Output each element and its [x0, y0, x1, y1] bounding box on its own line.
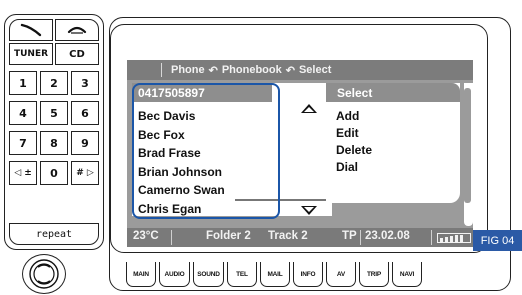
rotary-knob[interactable]: [22, 254, 66, 294]
key-4[interactable]: 4: [9, 101, 37, 125]
scrollbar-thumb[interactable]: [464, 88, 471, 203]
audio-button[interactable]: AUDIO: [159, 262, 190, 287]
key-9[interactable]: 9: [71, 131, 99, 155]
figure-label: FIG 04: [473, 230, 522, 251]
sound-button[interactable]: SOUND: [193, 262, 224, 287]
scroll-up-icon[interactable]: [301, 104, 317, 113]
prev-key[interactable]: ◁ ±: [9, 161, 37, 185]
phone-pickup-icon: [20, 23, 42, 37]
key-3[interactable]: 3: [71, 71, 99, 95]
tuner-button[interactable]: TUNER: [9, 43, 53, 65]
call-button[interactable]: [9, 19, 53, 41]
menu-item-dial[interactable]: Dial: [336, 159, 372, 176]
breadcrumb: Phone ↶ Phonebook ↶ Select: [127, 60, 473, 80]
key-7[interactable]: 7: [9, 131, 37, 155]
status-bar: 23°C Folder 2 Track 2 TP 23.02.08: [127, 228, 473, 247]
status-divider: [431, 230, 432, 245]
hangup-button[interactable]: [55, 19, 99, 41]
hardware-button-bar: MAIN AUDIO SOUND TEL MAIL INFO AV TRIP N…: [126, 262, 422, 287]
key-1[interactable]: 1: [9, 71, 37, 95]
breadcrumb-phonebook[interactable]: Phonebook: [222, 64, 282, 76]
knob-icon: [29, 259, 59, 289]
mail-button[interactable]: MAIL: [260, 262, 290, 287]
key-8[interactable]: 8: [40, 131, 68, 155]
back-arrow-icon: ↶: [285, 64, 295, 77]
phone-hangup-icon: [67, 26, 87, 34]
key-2[interactable]: 2: [40, 71, 68, 95]
traffic-program: TP: [342, 230, 357, 242]
status-divider: [171, 230, 172, 245]
audio-source: Folder 2: [206, 230, 251, 242]
trip-button[interactable]: TRIP: [359, 262, 389, 287]
next-key[interactable]: # ▷: [71, 161, 99, 185]
key-0[interactable]: 0: [40, 161, 68, 185]
info-button[interactable]: INFO: [293, 262, 323, 287]
cd-button[interactable]: CD: [55, 43, 99, 65]
scroll-down-icon[interactable]: [301, 206, 317, 215]
audio-track: Track 2: [268, 230, 308, 242]
contact-list-highlight: [132, 83, 280, 219]
navi-button[interactable]: NAVI: [392, 262, 422, 287]
select-menu: Add Edit Delete Dial: [336, 108, 372, 176]
select-menu-header: Select: [326, 83, 460, 102]
menu-item-delete[interactable]: Delete: [336, 142, 372, 159]
tel-button[interactable]: TEL: [227, 262, 257, 287]
keypad-panel: TUNER CD 1 2 3 4 5 6 7 8 9 ◁ ± 0 # ▷ rep…: [4, 14, 104, 250]
breadcrumb-phone[interactable]: Phone: [171, 64, 205, 76]
menu-item-add[interactable]: Add: [336, 108, 372, 125]
status-divider: [360, 230, 361, 245]
breadcrumb-select: Select: [298, 64, 332, 76]
av-button[interactable]: AV: [326, 262, 356, 287]
title-divider: [161, 63, 162, 77]
key-6[interactable]: 6: [71, 101, 99, 125]
date: 23.02.08: [365, 230, 410, 242]
menu-item-edit[interactable]: Edit: [336, 125, 372, 142]
back-arrow-icon: ↶: [208, 64, 218, 77]
main-button[interactable]: MAIN: [126, 262, 156, 287]
repeat-button[interactable]: repeat: [9, 223, 99, 245]
temperature: 23°C: [133, 230, 159, 242]
signal-strength-icon: [437, 233, 471, 243]
key-5[interactable]: 5: [40, 101, 68, 125]
